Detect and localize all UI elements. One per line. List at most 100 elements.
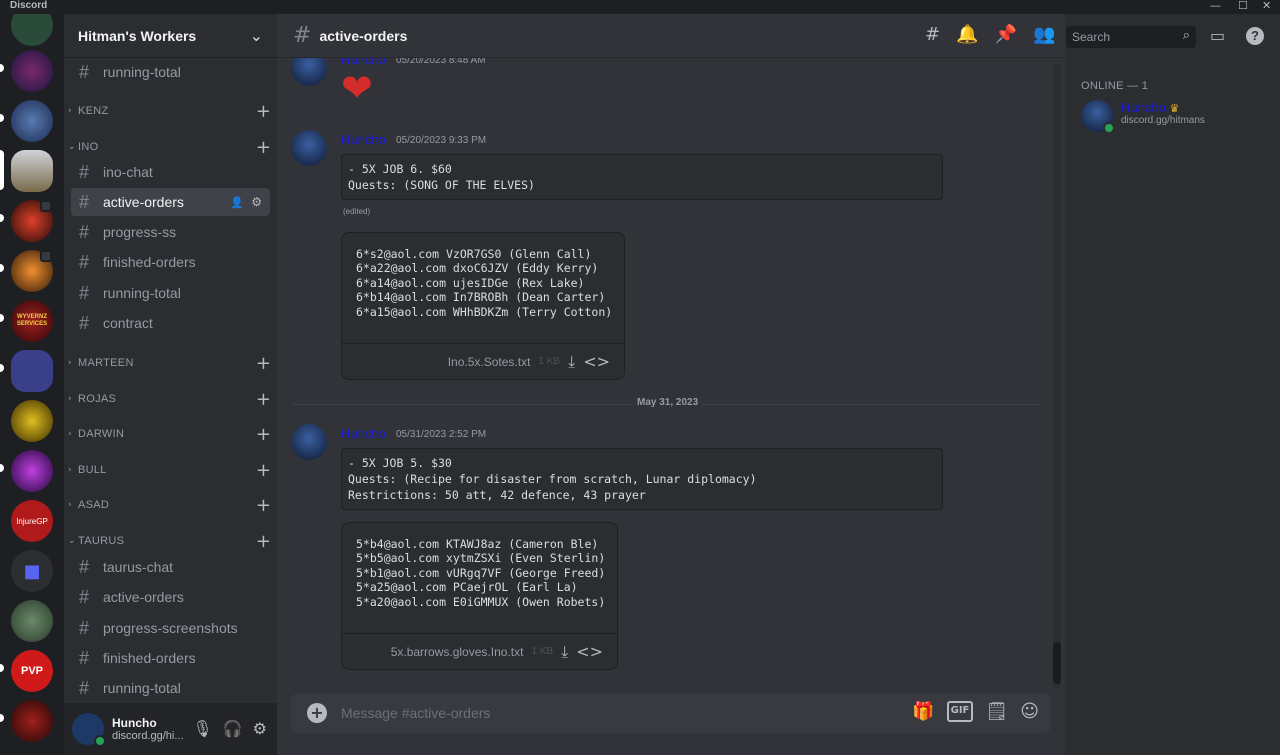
category-ino[interactable]: ⌄ INO + — [68, 137, 273, 158]
user-info[interactable]: Huncho discord.gg/hi... — [112, 716, 184, 742]
server-icon[interactable] — [11, 700, 53, 742]
gear-icon[interactable]: ⚙ — [253, 719, 267, 738]
category-asad[interactable]: › ASAD + — [68, 495, 273, 516]
file-attachment: 5*b4@aol.com KTAWJ8az (Cameron Ble) 5*b5… — [341, 522, 618, 670]
add-channel-icon[interactable]: + — [256, 424, 271, 445]
scrollbar-thumb[interactable] — [1053, 642, 1061, 684]
server-folder[interactable] — [11, 350, 53, 392]
attachment-filename[interactable]: 5x.barrows.gloves.Ino.txt — [391, 645, 524, 659]
channel-item[interactable]: # running-total — [71, 279, 270, 307]
channel-item[interactable]: # progress-ss — [71, 218, 270, 246]
help-icon[interactable]: ? — [1246, 27, 1264, 45]
channel-item[interactable]: # running-total — [71, 674, 270, 702]
unread-pill — [0, 64, 4, 72]
download-icon[interactable]: ⤓ — [568, 352, 575, 372]
hash-icon: # — [79, 61, 90, 82]
hash-icon: # — [79, 647, 90, 668]
folder-icon[interactable]: ■ — [11, 550, 53, 592]
category-marteen[interactable]: › MARTEEN + — [68, 353, 273, 374]
add-channel-icon[interactable]: + — [256, 137, 271, 158]
unread-pill — [0, 464, 4, 472]
emoji-icon[interactable]: ☺ — [1020, 701, 1039, 722]
avatar[interactable] — [291, 130, 327, 166]
server-icon-selected[interactable] — [11, 150, 53, 192]
members-icon[interactable]: 👥 — [1033, 24, 1055, 45]
avatar[interactable] — [291, 424, 327, 460]
add-channel-icon[interactable]: + — [256, 495, 271, 516]
avatar[interactable] — [291, 58, 327, 86]
category-kenz[interactable]: › KENZ + — [68, 101, 273, 122]
inbox-icon[interactable]: ▭ — [1210, 26, 1225, 45]
invite-icon[interactable]: 👤 — [230, 196, 244, 209]
channel-item[interactable]: # contract — [71, 309, 270, 337]
minimize-button[interactable]: — — [1210, 0, 1221, 12]
gif-button[interactable]: GIF — [946, 701, 974, 722]
server-icon[interactable] — [11, 14, 53, 46]
channel-item[interactable]: # active-orders — [71, 583, 270, 611]
add-channel-icon[interactable]: + — [256, 460, 271, 481]
search-placeholder: Search — [1072, 30, 1111, 44]
server-icon[interactable] — [11, 600, 53, 642]
category-bull[interactable]: › BULL + — [68, 460, 273, 481]
close-button[interactable]: ✕ — [1262, 0, 1271, 12]
category-darwin[interactable]: › DARWIN + — [68, 424, 273, 445]
add-channel-icon[interactable]: + — [256, 389, 271, 410]
channel-item[interactable]: # finished-orders — [71, 644, 270, 672]
avatar[interactable] — [72, 713, 106, 747]
server-icon[interactable]: PVP — [11, 650, 53, 692]
category-rojas[interactable]: › ROJAS + — [68, 389, 273, 410]
channel-list: # running-total › KENZ + ⌄ INO + # ino-chat # a… — [64, 58, 277, 705]
channel-item-active[interactable]: # active-orders 👤 ⚙ — [71, 188, 270, 216]
code-view-icon[interactable]: <> — [583, 352, 610, 371]
attachment-filename[interactable]: Ino.5x.Sotes.txt — [448, 355, 531, 369]
app-brand: Discord — [10, 0, 48, 11]
server-icon[interactable] — [11, 400, 53, 442]
add-attachment-icon[interactable]: + — [307, 703, 327, 723]
sticker-icon[interactable]: 🗒 — [985, 701, 1008, 722]
message-composer[interactable]: + Message #active-orders 🎁 GIF 🗒 ☺ — [291, 693, 1051, 733]
message-list: Huncho 05/20/2023 8:48 AM ❤ Huncho 05/20… — [277, 58, 1065, 690]
bell-icon[interactable]: 🔔 — [956, 24, 978, 45]
add-channel-icon[interactable]: + — [256, 531, 271, 552]
message-author[interactable]: Huncho — [341, 426, 386, 441]
gift-icon[interactable]: 🎁 — [912, 701, 934, 722]
message-input[interactable]: Message #active-orders — [341, 705, 490, 721]
gear-icon[interactable]: ⚙ — [251, 195, 262, 209]
member-name: Huncho ♛ — [1121, 100, 1180, 115]
channel-item[interactable]: # ino-chat — [71, 158, 270, 186]
add-channel-icon[interactable]: + — [256, 101, 271, 122]
channel-item[interactable]: # running-total — [71, 58, 270, 86]
mute-mic-icon[interactable]: 🎙 — [192, 719, 212, 738]
server-label: InjureGP — [16, 516, 48, 526]
search-input[interactable]: Search ⌕ — [1066, 26, 1196, 48]
category-taurus[interactable]: ⌄ TAURUS + — [68, 531, 273, 552]
chevron-right-icon: › — [68, 358, 72, 368]
unread-pill — [0, 214, 4, 222]
download-icon[interactable]: ⤓ — [561, 642, 568, 662]
channel-item[interactable]: # finished-orders — [71, 248, 270, 276]
server-icon[interactable]: WYVERNZ SERVICES — [11, 300, 53, 342]
calendar-icon — [40, 200, 52, 212]
add-channel-icon[interactable]: + — [256, 353, 271, 374]
message-timestamp: 05/20/2023 8:48 AM — [396, 58, 486, 66]
channel-item[interactable]: # progress-screenshots — [71, 614, 270, 642]
header-toolbar: # 🔔 📌 👥 — [925, 24, 1055, 45]
scrollbar[interactable] — [1053, 64, 1061, 689]
threads-icon[interactable]: # — [925, 24, 940, 45]
date-divider-label: May 31, 2023 — [633, 397, 703, 408]
channel-item[interactable]: # taurus-chat — [71, 553, 270, 581]
server-icon[interactable]: InjureGP — [11, 500, 53, 542]
pin-icon[interactable]: 📌 — [995, 24, 1017, 45]
server-icon[interactable] — [11, 50, 53, 92]
server-header[interactable]: Hitman's Workers ⌄ — [64, 14, 277, 58]
chevron-down-icon: ⌄ — [68, 536, 76, 546]
server-icon[interactable] — [11, 450, 53, 492]
maximize-button[interactable]: ☐ — [1238, 0, 1248, 12]
chevron-down-icon[interactable]: ⌄ — [250, 26, 263, 45]
message-author[interactable]: Huncho — [341, 132, 386, 147]
online-status-icon — [1103, 122, 1115, 134]
headphones-icon[interactable]: 🎧 — [223, 719, 243, 738]
code-view-icon[interactable]: <> — [576, 642, 603, 661]
server-icon[interactable] — [11, 100, 53, 142]
member-item[interactable]: Huncho ♛ discord.gg/hitmans — [1081, 100, 1271, 140]
